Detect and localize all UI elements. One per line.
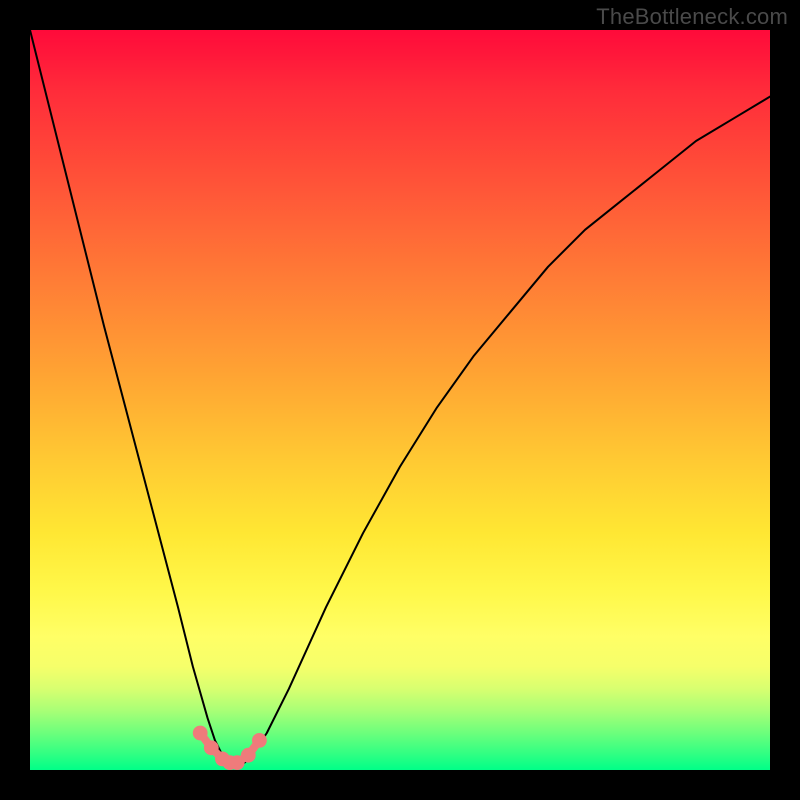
bottleneck-curve-path — [30, 30, 770, 763]
watermark-text: TheBottleneck.com — [596, 4, 788, 30]
bottleneck-curve-svg — [30, 30, 770, 770]
chart-frame: TheBottleneck.com — [0, 0, 800, 800]
plot-area — [30, 30, 770, 770]
optimal-marker-connector — [200, 733, 259, 763]
